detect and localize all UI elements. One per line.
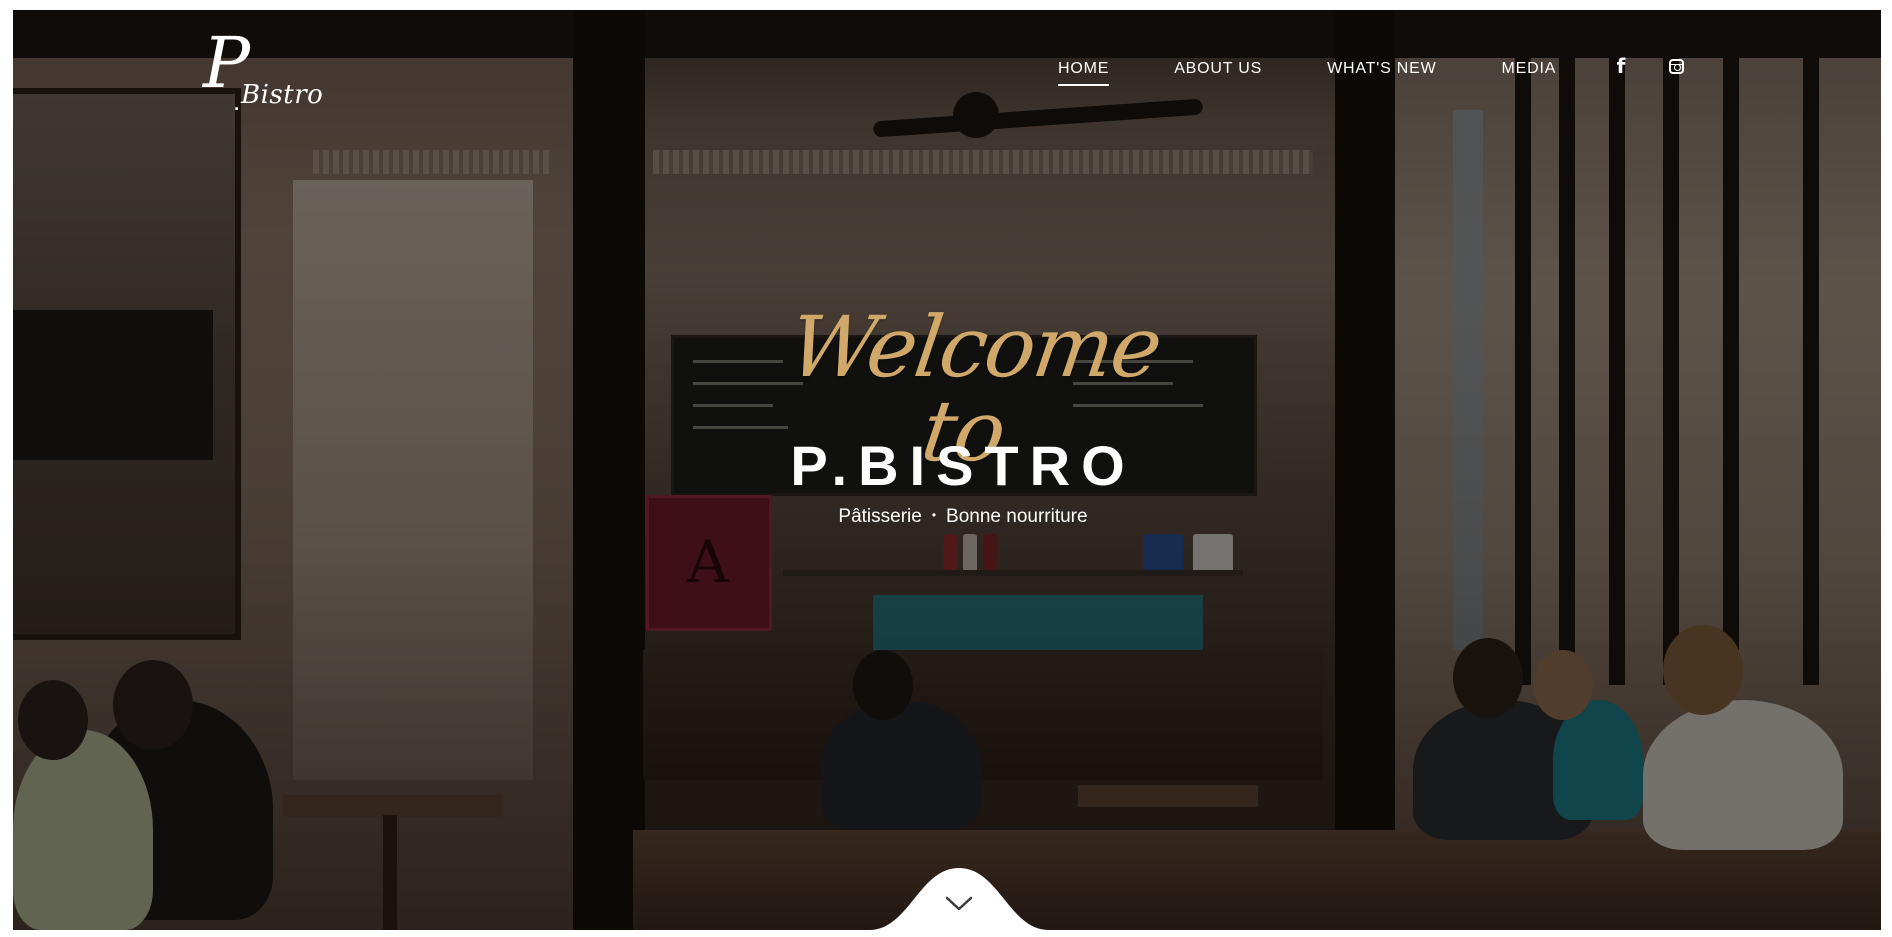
nav-media[interactable]: MEDIA: [1502, 60, 1557, 84]
scroll-tab-shape: [869, 868, 1049, 930]
scroll-down-button[interactable]: [869, 868, 1049, 930]
hero-section: A P . Bistro HOME ABOUT US WHAT'S NEW ME…: [13, 10, 1881, 930]
tagline-separator: •: [931, 508, 937, 522]
nav-about-us[interactable]: ABOUT US: [1174, 60, 1262, 84]
logo-word: Bistro: [241, 80, 324, 110]
nav-home[interactable]: HOME: [1058, 60, 1110, 86]
instagram-glyph: [1668, 58, 1684, 74]
facebook-icon[interactable]: f: [1610, 54, 1632, 78]
logo-dot: .: [233, 86, 241, 116]
tagline-patisserie: Pâtisserie: [838, 506, 922, 527]
instagram-icon[interactable]: [1665, 55, 1687, 77]
hero-brand-title: P.BISTRO: [790, 434, 1136, 497]
tagline-bonne-nourriture: Bonne nourriture: [946, 506, 1088, 527]
hero-tagline: Pâtisserie • Bonne nourriture: [713, 506, 1213, 528]
site-logo[interactable]: P . Bistro: [203, 28, 323, 128]
nav-whats-new[interactable]: WHAT'S NEW: [1327, 60, 1436, 84]
main-nav: HOME ABOUT US WHAT'S NEW MEDIA: [1058, 57, 1621, 87]
